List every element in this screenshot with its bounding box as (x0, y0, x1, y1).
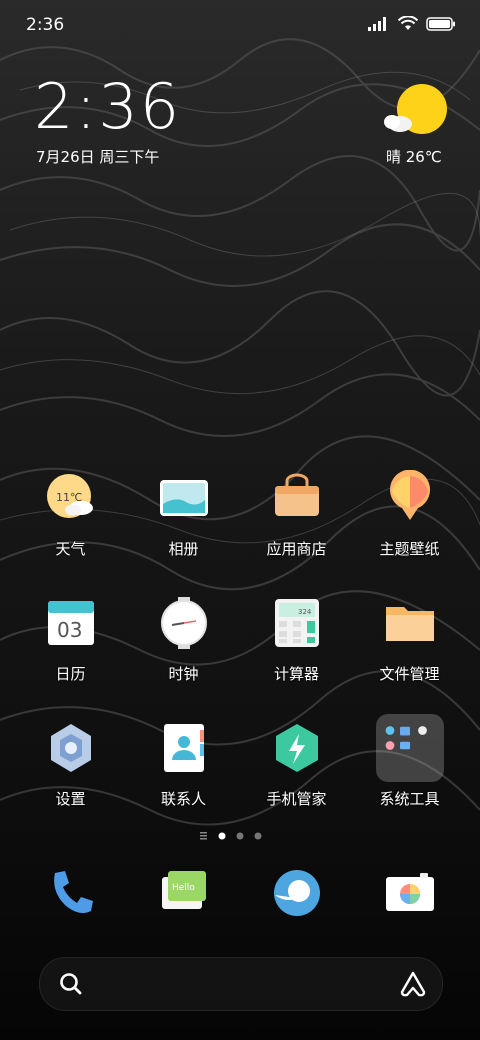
app-row: 03 日历 时钟 324 计算器 文件管理 (14, 595, 466, 720)
app-label: 应用商店 (266, 540, 327, 558)
list-page-icon (200, 832, 207, 840)
signal-icon (368, 16, 386, 31)
weather-icon-badge: 11℃ (56, 491, 82, 504)
calculator-icon: 324 (274, 599, 319, 647)
camera-icon (385, 873, 434, 911)
app-label: 联系人 (160, 790, 206, 808)
app-themes[interactable]: 主题壁纸 (353, 470, 466, 595)
app-label: 时钟 (168, 665, 199, 683)
contacts-icon (163, 724, 204, 772)
calculator-icon-badge: 324 (298, 608, 312, 616)
app-calculator[interactable]: 324 计算器 (240, 595, 353, 720)
folder-icon (385, 607, 434, 641)
page-dot (236, 832, 244, 840)
tools-folder-icon (375, 714, 444, 782)
clock-widget-date[interactable]: 7月26日 周三下午 (36, 146, 159, 167)
settings-icon (50, 724, 91, 772)
dock-messages[interactable]: Hello (127, 865, 240, 925)
app-clock[interactable]: 时钟 (127, 595, 240, 720)
app-label: 设置 (55, 790, 86, 808)
app-grid: 11℃ 天气 相册 应用商店 主题壁纸 03 日历 时钟 324 计算器 文件管… (14, 470, 466, 845)
app-gallery[interactable]: 相册 (127, 470, 240, 595)
status-bar: 2:36 (0, 0, 480, 50)
app-row: 设置 联系人 手机管家 系统工具 (14, 714, 466, 845)
dock-phone[interactable] (14, 865, 127, 925)
dock: Hello (14, 865, 466, 925)
app-label: 天气 (55, 540, 86, 558)
messages-icon-badge: Hello (172, 883, 195, 893)
app-calendar[interactable]: 03 日历 (14, 595, 127, 720)
app-contacts[interactable]: 联系人 (127, 720, 240, 845)
app-store-icon (274, 473, 319, 516)
browser-icon (273, 870, 320, 916)
assistant-icon[interactable] (400, 970, 426, 998)
status-time: 2:36 (26, 15, 65, 35)
dock-camera[interactable] (353, 865, 466, 925)
status-icons (368, 16, 456, 31)
sun-cloud-icon (384, 84, 447, 134)
app-security[interactable]: 手机管家 (240, 720, 353, 845)
clock-widget-time[interactable]: 2:36 (34, 76, 181, 138)
clock-icon (160, 597, 207, 649)
app-label: 手机管家 (266, 790, 327, 808)
app-file-manager[interactable]: 文件管理 (353, 595, 466, 720)
page-indicator[interactable] (0, 829, 480, 843)
app-label: 系统工具 (379, 790, 440, 808)
weather-text[interactable]: 晴 26℃ (386, 146, 442, 167)
page-dot (254, 832, 262, 840)
app-label: 计算器 (273, 665, 319, 683)
phone-icon (53, 871, 93, 913)
app-app-store[interactable]: 应用商店 (240, 470, 353, 595)
calendar-icon: 03 (47, 601, 94, 645)
page-dot-active (218, 832, 226, 840)
app-label: 日历 (55, 665, 86, 683)
app-row: 11℃ 天气 相册 应用商店 主题壁纸 (14, 470, 466, 595)
app-tools-folder[interactable]: 系统工具 (353, 714, 466, 845)
search-bar[interactable] (39, 957, 443, 1011)
messages-icon: Hello (161, 871, 206, 909)
app-weather[interactable]: 11℃ 天气 (14, 470, 127, 595)
calendar-icon-badge: 03 (57, 618, 82, 642)
search-icon[interactable] (58, 971, 84, 997)
wifi-icon (398, 16, 418, 30)
app-label: 主题壁纸 (379, 540, 440, 558)
weather-icon: 11℃ (46, 474, 93, 518)
themes-icon (389, 470, 430, 520)
battery-icon (426, 16, 455, 31)
app-label: 文件管理 (379, 665, 440, 683)
app-label: 相册 (168, 540, 199, 558)
security-icon (275, 724, 318, 772)
app-settings[interactable]: 设置 (14, 720, 127, 845)
gallery-icon (159, 480, 208, 516)
dock-browser[interactable] (240, 865, 353, 925)
